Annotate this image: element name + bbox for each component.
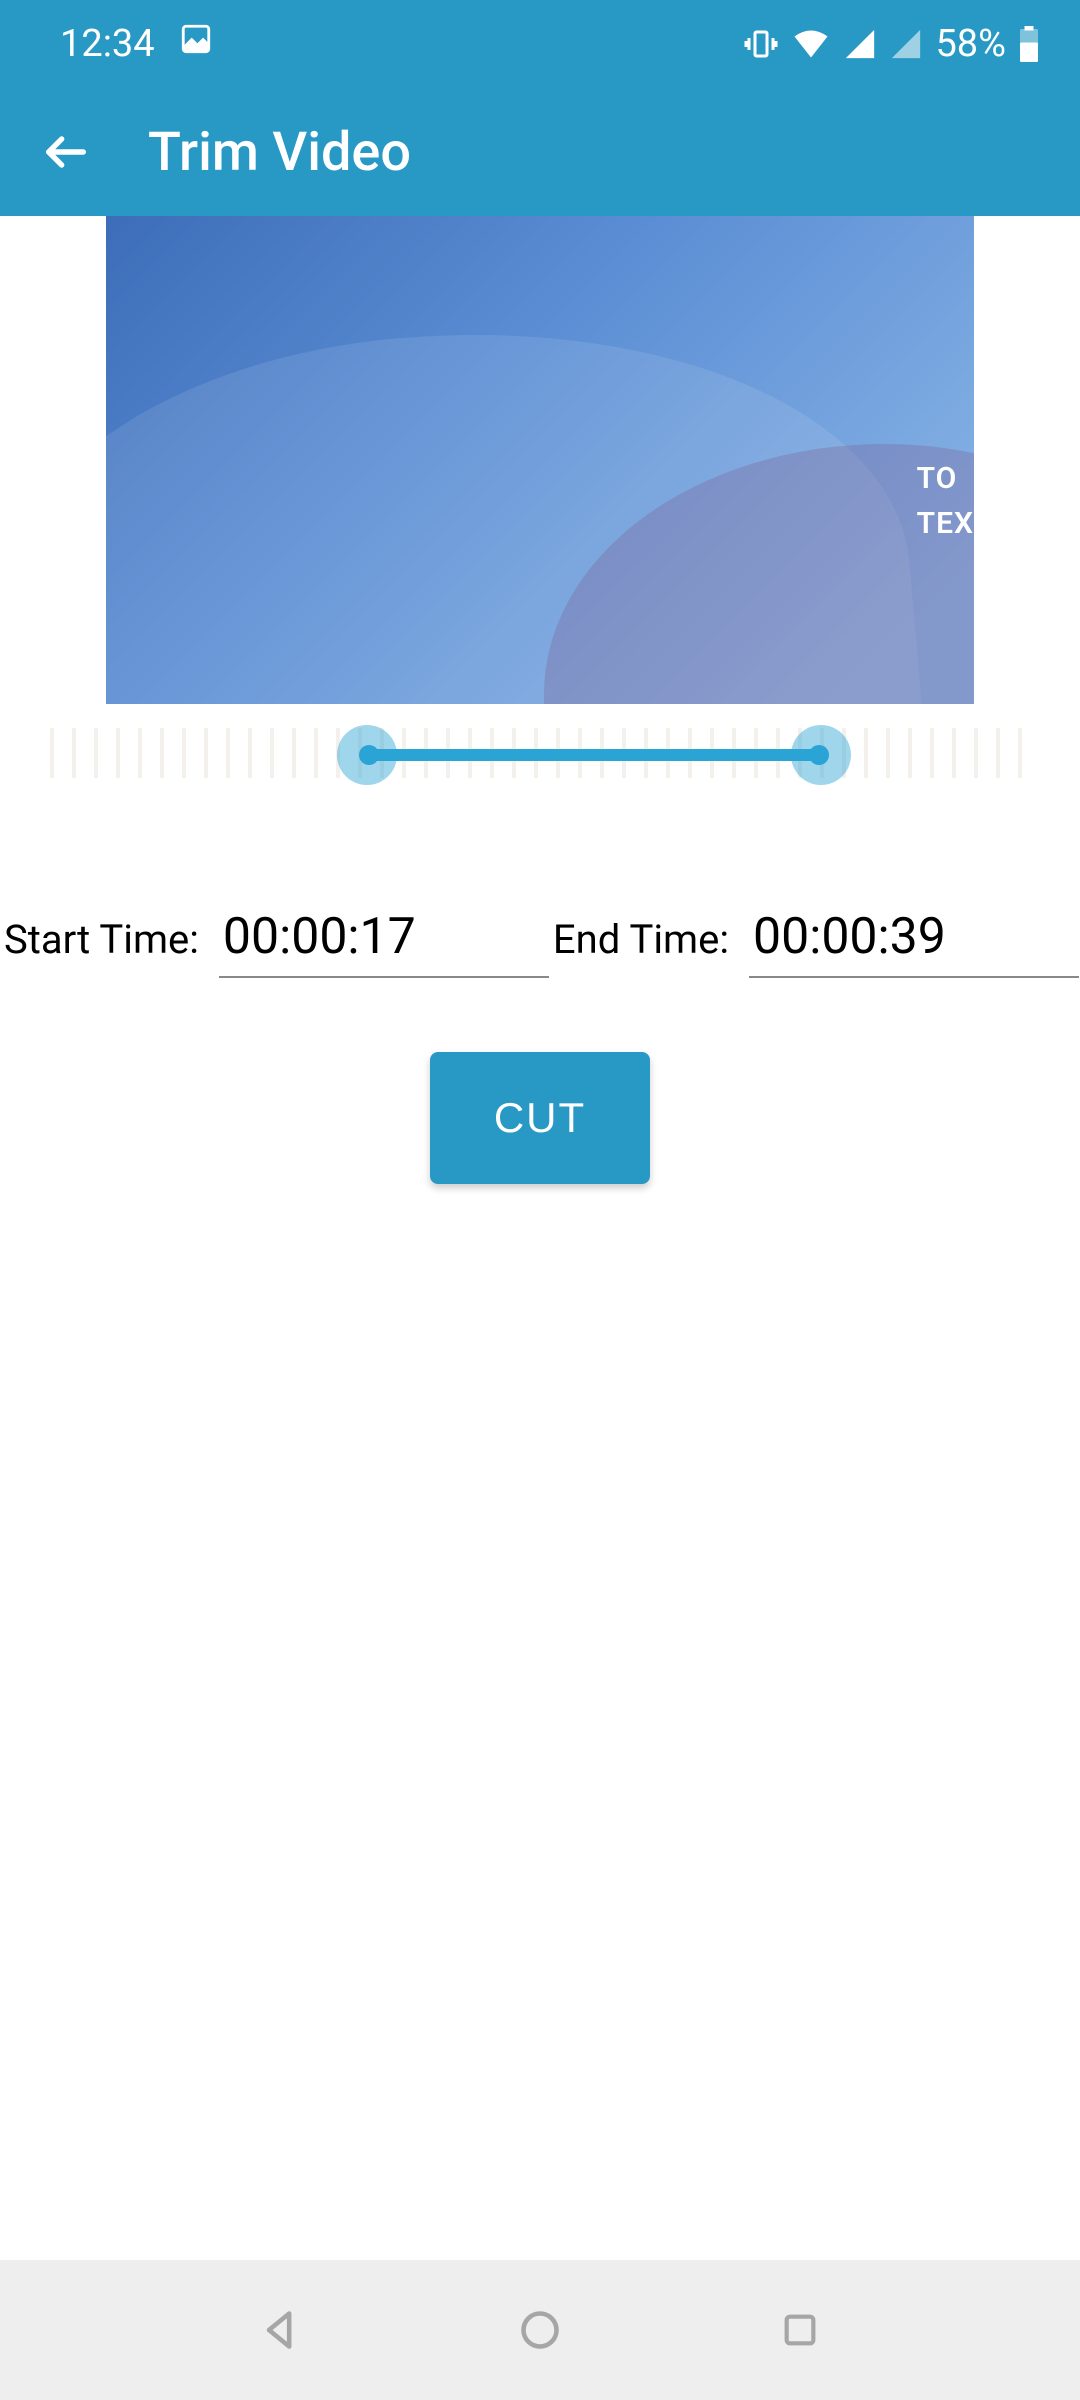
start-time-input[interactable] <box>219 908 549 978</box>
trim-range-slider[interactable] <box>0 708 1080 798</box>
status-right: 58% <box>743 22 1040 66</box>
cut-row: CUT <box>0 1052 1080 1184</box>
status-time: 12:34 <box>60 22 155 66</box>
battery-pct: 58% <box>935 22 1006 66</box>
time-row: Start Time: End Time: <box>0 908 1080 978</box>
status-left: 12:34 <box>60 22 213 66</box>
app-bar: Trim Video <box>0 88 1080 216</box>
cut-button[interactable]: CUT <box>430 1052 650 1184</box>
status-bar: 12:34 58% <box>0 0 1080 88</box>
video-preview-container: TO TEX <box>0 216 1080 704</box>
wifi-icon <box>791 26 831 62</box>
nav-recent-button[interactable] <box>773 2303 827 2357</box>
picture-icon <box>179 22 213 66</box>
nav-back-button[interactable] <box>253 2303 307 2357</box>
signal-icon <box>843 27 877 61</box>
android-nav-bar <box>0 2260 1080 2400</box>
slider-handle-end[interactable] <box>791 725 851 785</box>
start-time-label: Start Time: <box>0 916 219 963</box>
vibrate-icon <box>743 26 779 62</box>
end-time-group: End Time: <box>549 908 1080 978</box>
start-time-group: Start Time: <box>0 908 549 978</box>
nav-home-button[interactable] <box>513 2303 567 2357</box>
end-time-label: End Time: <box>549 916 749 963</box>
overlay-line1: TO <box>917 456 974 501</box>
end-time-input[interactable] <box>749 908 1079 978</box>
video-preview[interactable]: TO TEX <box>106 216 974 704</box>
slider-selected-range <box>367 749 821 761</box>
overlay-line2: TEX <box>917 501 974 546</box>
signal-icon-2 <box>889 27 923 61</box>
preview-overlay-text: TO TEX <box>917 456 974 546</box>
back-button[interactable] <box>40 126 92 178</box>
page-title: Trim Video <box>148 121 411 184</box>
battery-icon <box>1018 26 1040 62</box>
slider-handle-start[interactable] <box>337 725 397 785</box>
